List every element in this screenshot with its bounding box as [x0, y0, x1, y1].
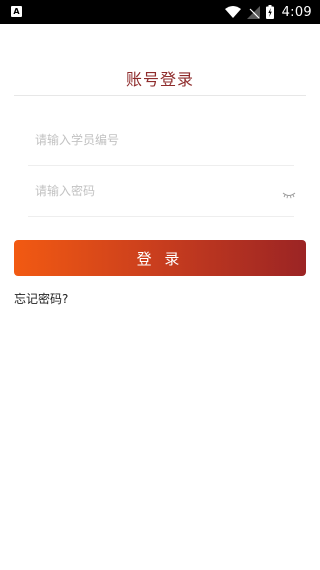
notification-app-icon: A [11, 6, 22, 17]
signal-icon [246, 5, 260, 19]
forgot-password-link[interactable]: 忘记密码? [14, 290, 68, 307]
wifi-icon [224, 6, 241, 18]
student-id-input[interactable] [35, 114, 275, 166]
login-button[interactable]: 登 录 [14, 240, 306, 276]
status-bar: A 4:09 [0, 0, 320, 24]
username-field [28, 114, 294, 166]
battery-charging-icon [265, 5, 274, 19]
password-input[interactable] [35, 165, 275, 217]
title-divider [14, 95, 306, 96]
page-title: 账号登录 [125, 70, 194, 89]
password-field [28, 165, 296, 217]
status-time: 4:09 [281, 4, 312, 20]
status-icons: 4:09 [224, 0, 312, 24]
eye-closed-icon[interactable] [282, 185, 296, 199]
login-screen: A 4:09 账号登录 请输入学员编号 登 录 忘记密码? [0, 0, 320, 570]
